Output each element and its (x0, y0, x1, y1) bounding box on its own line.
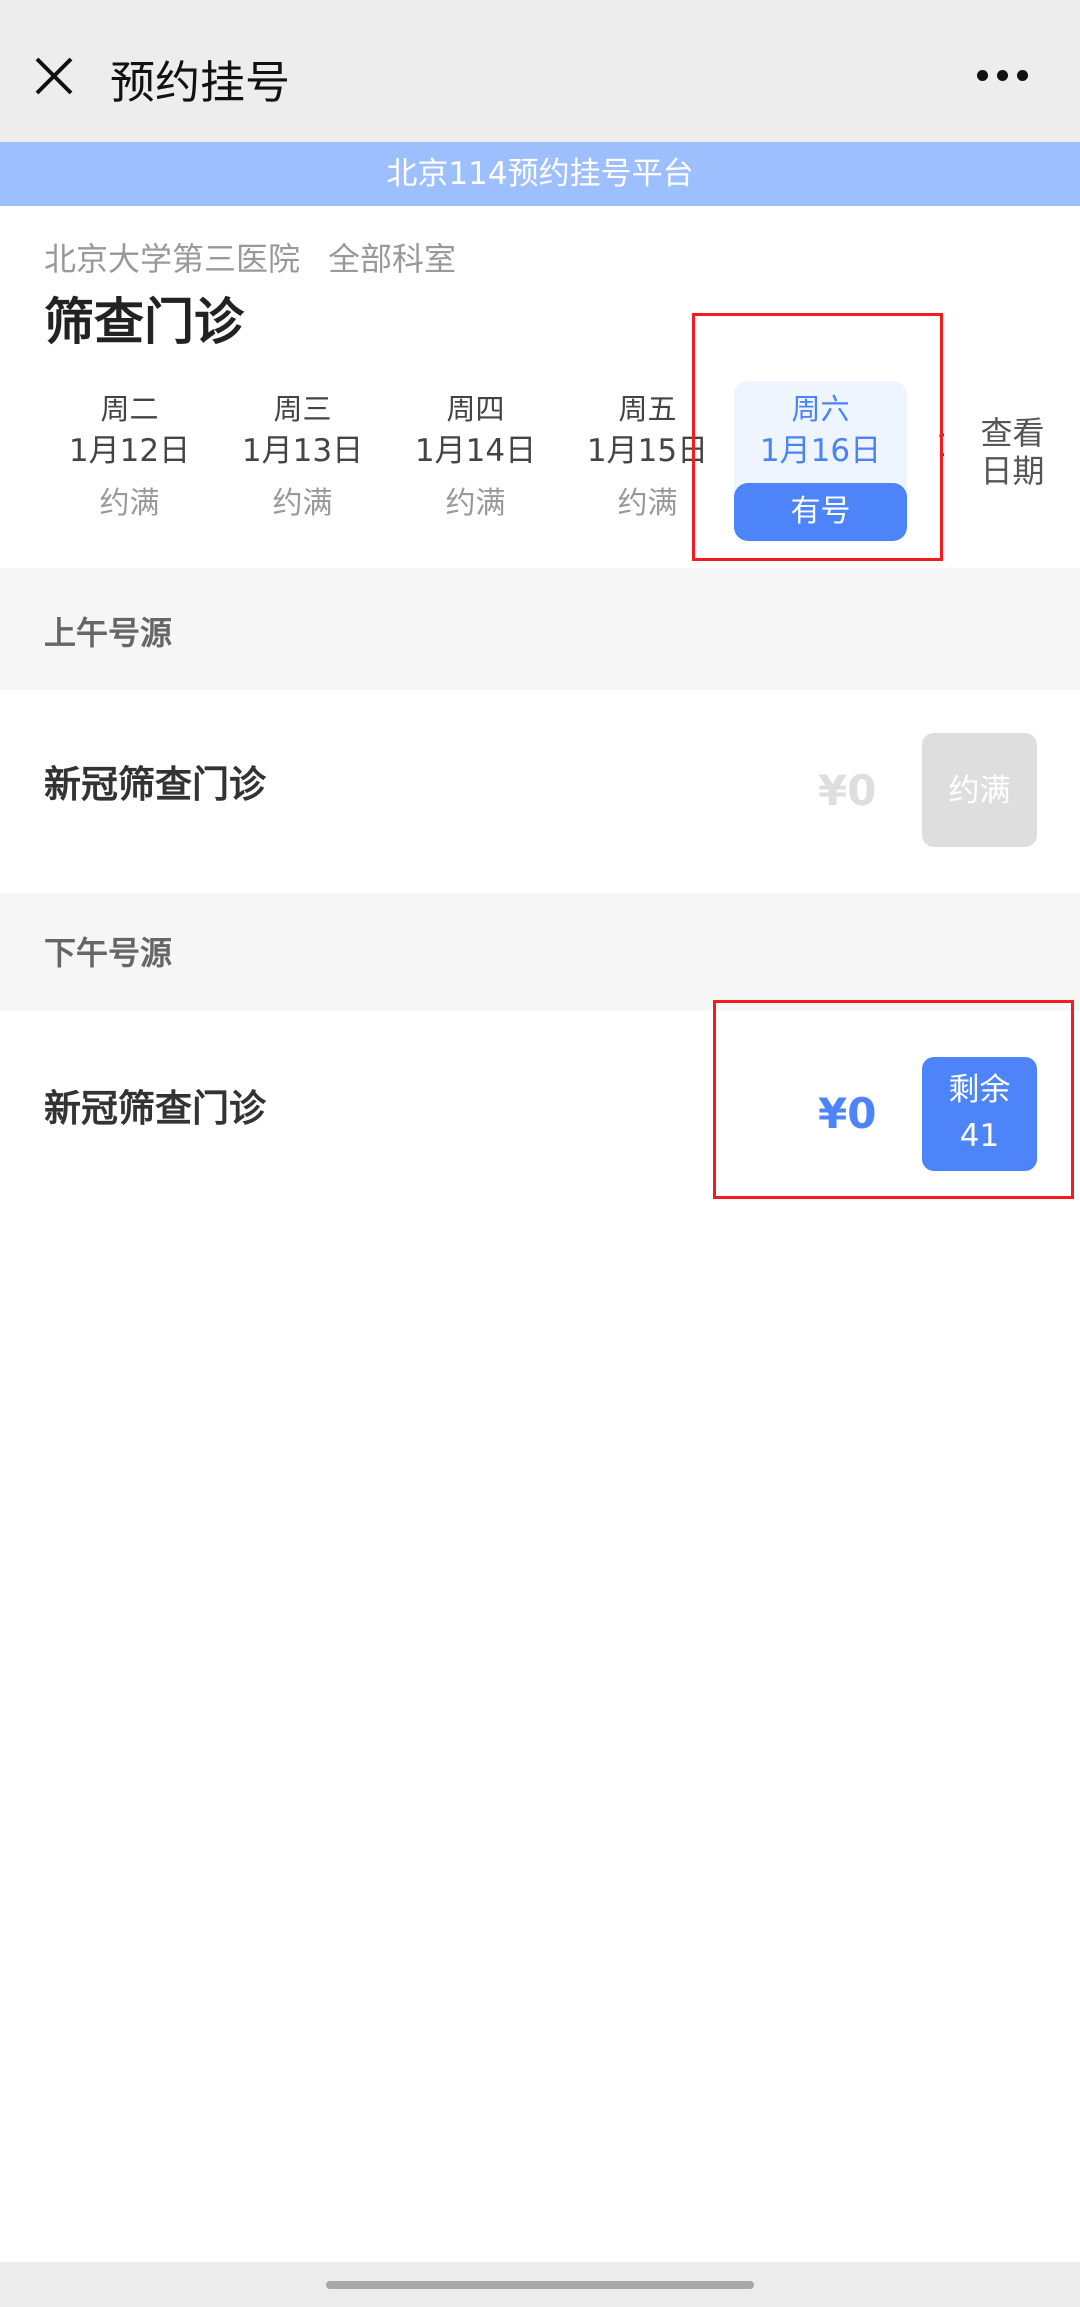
close-icon[interactable] (34, 56, 74, 96)
highlight-box (713, 1000, 1074, 1199)
view-dates-line: 日期 (980, 452, 1045, 490)
home-indicator[interactable] (326, 2281, 754, 2289)
status: 约满 (99, 486, 160, 521)
section-header: 下午号源 (0, 893, 1080, 1011)
date: 1月14日 (414, 433, 537, 469)
page-title: 预约挂号 (110, 56, 291, 109)
section-header: 上午号源 (0, 568, 1080, 690)
price: ¥0 (818, 766, 877, 815)
more-icon[interactable] (977, 70, 1028, 81)
full-button: 约满 (922, 733, 1037, 847)
platform-banner: 北京114预约挂号平台 (0, 142, 1080, 206)
clinic-name: 新冠筛查门诊 (44, 1087, 266, 1130)
date: 1月12日 (68, 433, 191, 469)
status: 约满 (445, 486, 506, 521)
section-title: 下午号源 (44, 934, 173, 972)
view-dates-line: 查看 (980, 414, 1045, 452)
weekday: 周三 (273, 392, 332, 426)
weekday: 周二 (100, 392, 159, 426)
hospital-breadcrumb: 北京大学第三医院 全部科室 (44, 234, 456, 280)
section-title: 上午号源 (44, 614, 173, 652)
date: 1月13日 (241, 433, 364, 469)
status: 约满 (272, 486, 333, 521)
date-tab[interactable]: 周三 1月13日 约满 (216, 381, 389, 535)
date-tab[interactable]: 周四 1月14日 约满 (389, 381, 562, 535)
department-title: 筛查门诊 (44, 293, 244, 351)
department-group[interactable]: 全部科室 (328, 240, 456, 278)
highlight-box (692, 313, 943, 561)
clinic-name: 新冠筛查门诊 (44, 763, 266, 806)
hospital-name[interactable]: 北京大学第三医院 (44, 240, 300, 278)
date-tab[interactable]: 周二 1月12日 约满 (43, 381, 216, 535)
view-dates-button[interactable]: 查看 日期 (975, 414, 1050, 490)
weekday: 周四 (446, 392, 505, 426)
